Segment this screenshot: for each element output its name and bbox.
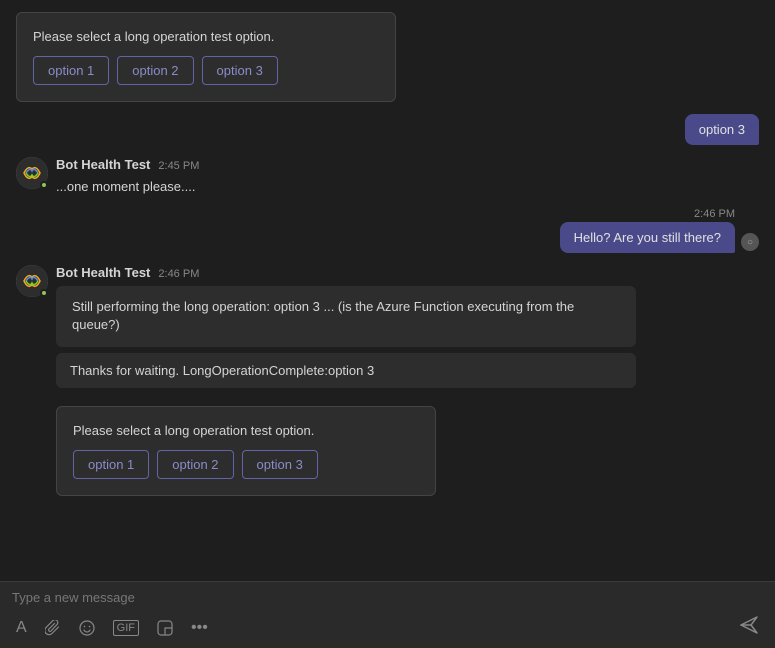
user-reply-2-time: 2:46 PM — [694, 208, 735, 220]
attach-button[interactable] — [41, 616, 65, 640]
bot-name-2: Bot Health Test — [56, 265, 150, 280]
bot-message-1-header: Bot Health Test 2:45 PM — [56, 157, 199, 172]
user-reply-2-container: 2:46 PM Hello? Are you still there? ○ — [16, 208, 759, 253]
bot-message-2-bubble: Still performing the long operation: opt… — [56, 286, 636, 346]
gif-button[interactable]: GIF — [109, 616, 143, 640]
user-reply-2-text: Hello? Are you still there? — [574, 230, 721, 245]
toolbar-row: A GIF ••• — [12, 611, 763, 644]
input-area: A GIF ••• — [0, 581, 775, 648]
chat-area: Please select a long operation test opti… — [0, 0, 775, 581]
bot-status-dot-1 — [40, 181, 48, 189]
top-card-prompt: Please select a long operation test opti… — [33, 29, 379, 44]
send-icon — [739, 615, 759, 635]
top-option-card: Please select a long operation test opti… — [16, 12, 396, 102]
bot-message-1-text: ...one moment please.... — [56, 178, 199, 196]
format-button[interactable]: A — [12, 615, 31, 641]
top-option-btn-3[interactable]: option 3 — [202, 56, 278, 85]
top-option-btn-1[interactable]: option 1 — [33, 56, 109, 85]
bottom-card-prompt: Please select a long operation test opti… — [73, 423, 419, 438]
sticker-icon — [157, 620, 173, 636]
bot-time-2: 2:46 PM — [158, 268, 199, 280]
user-reply-1-container: option 3 — [16, 114, 759, 145]
bottom-option-btn-1[interactable]: option 1 — [73, 450, 149, 479]
top-card-wrapper: Please select a long operation test opti… — [16, 12, 476, 102]
emoji-icon — [79, 620, 95, 636]
user-reply-1-text: option 3 — [699, 122, 745, 137]
bottom-option-btn-3[interactable]: option 3 — [242, 450, 318, 479]
bot-avatar-1 — [16, 157, 48, 189]
bot-name-1: Bot Health Test — [56, 157, 150, 172]
message-input[interactable] — [12, 590, 763, 605]
send-button[interactable] — [735, 611, 763, 644]
bottom-option-btn-2[interactable]: option 2 — [157, 450, 233, 479]
sticker-button[interactable] — [153, 616, 177, 640]
user-reply-2-wrapper: 2:46 PM Hello? Are you still there? — [560, 208, 735, 253]
more-icon: ••• — [191, 619, 208, 637]
user-reply-2-icon: ○ — [741, 233, 759, 251]
bot-message-2-header: Bot Health Test 2:46 PM — [56, 265, 636, 280]
more-button[interactable]: ••• — [187, 615, 212, 641]
bot-thanks-message: Thanks for waiting. LongOperationComplet… — [56, 353, 636, 388]
user-reply-2-bubble: Hello? Are you still there? — [560, 222, 735, 253]
bottom-option-card: Please select a long operation test opti… — [56, 406, 436, 496]
gif-icon: GIF — [113, 620, 139, 636]
bot-time-1: 2:45 PM — [158, 160, 199, 172]
top-card-buttons: option 1 option 2 option 3 — [33, 56, 379, 85]
bot-avatar-2 — [16, 265, 48, 297]
bot-message-1-content: Bot Health Test 2:45 PM ...one moment pl… — [56, 157, 199, 196]
attach-icon — [45, 620, 61, 636]
bot-message-1-container: Bot Health Test 2:45 PM ...one moment pl… — [16, 157, 759, 196]
bot-message-2-content: Bot Health Test 2:46 PM Still performing… — [56, 265, 636, 495]
bot-message-2-container: Bot Health Test 2:46 PM Still performing… — [16, 265, 759, 495]
user-reply-1-bubble: option 3 — [685, 114, 759, 145]
format-icon: A — [16, 619, 27, 637]
top-option-btn-2[interactable]: option 2 — [117, 56, 193, 85]
bot-message-2-body: Still performing the long operation: opt… — [72, 298, 620, 334]
message-input-row — [12, 590, 763, 605]
emoji-button[interactable] — [75, 616, 99, 640]
bottom-card-buttons: option 1 option 2 option 3 — [73, 450, 419, 479]
